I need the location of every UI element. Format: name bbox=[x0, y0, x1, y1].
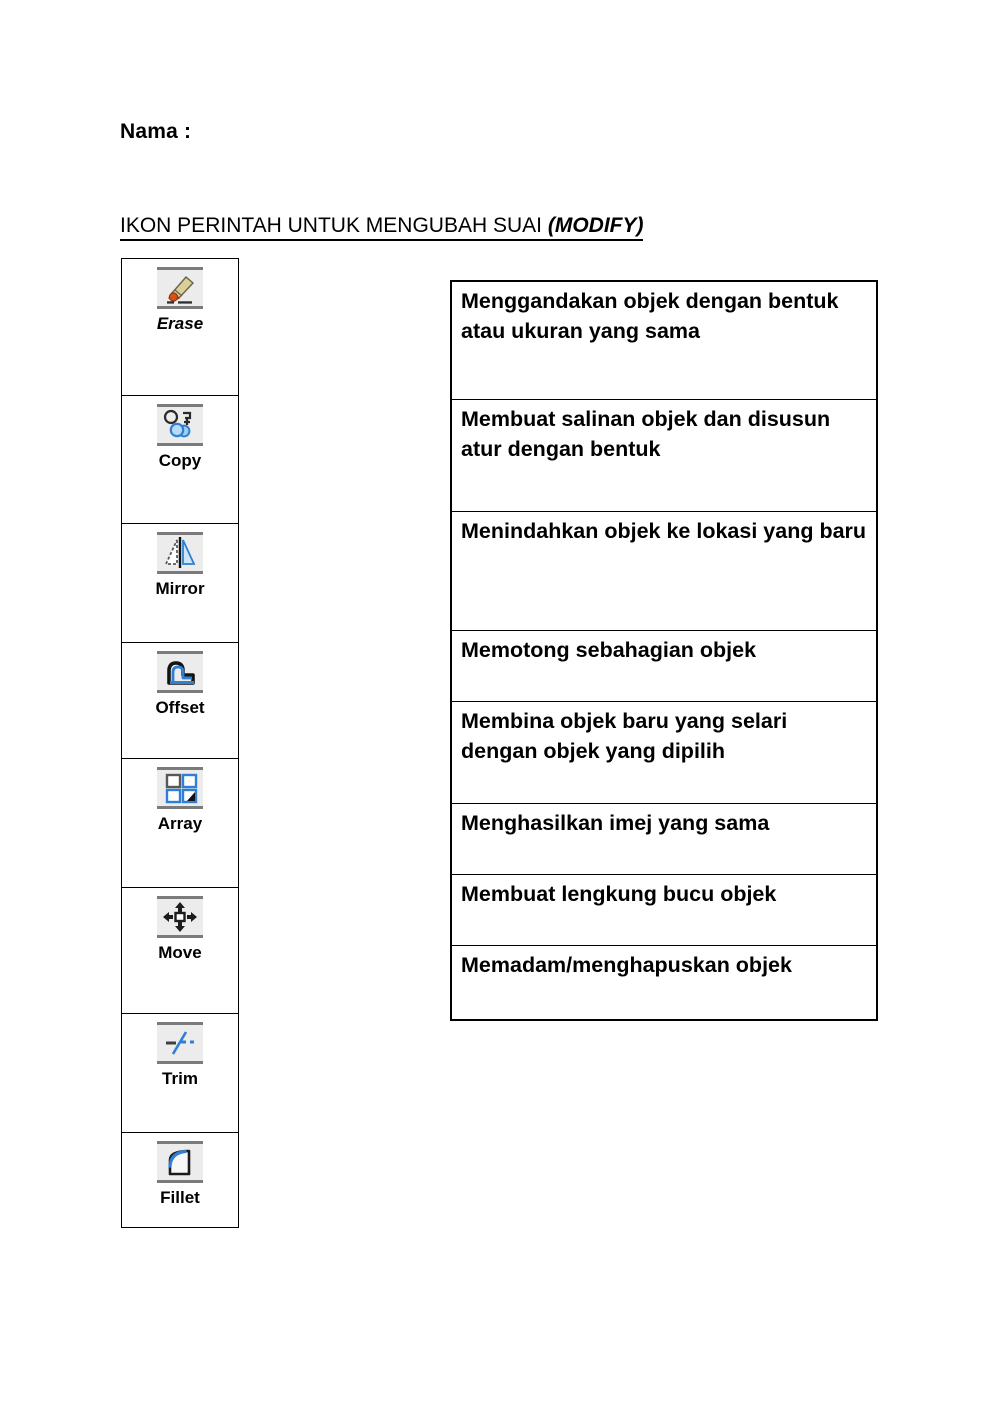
trim-icon[interactable] bbox=[157, 1022, 203, 1064]
description-row: Membina objek baru yang selari dengan ob… bbox=[452, 702, 876, 804]
description-row: Membuat salinan objek dan disusun atur d… bbox=[452, 400, 876, 512]
page-title-main: IKON PERINTAH UNTUK MENGUBAH SUAI bbox=[120, 214, 548, 237]
icon-label-mirror: Mirror bbox=[155, 579, 205, 598]
icon-label-move: Move bbox=[158, 943, 202, 962]
eraser-icon[interactable] bbox=[157, 267, 203, 309]
move-icon[interactable] bbox=[157, 896, 203, 938]
description-row: Menggandakan objek dengan bentuk atau uk… bbox=[452, 282, 876, 400]
icon-label-erase: Erase bbox=[156, 314, 204, 333]
icon-row-fillet[interactable]: Fillet bbox=[122, 1133, 238, 1227]
modify-icon-table: Erase Copy Mirror Offset Array Move Trim… bbox=[121, 258, 239, 1228]
page-title: IKON PERINTAH UNTUK MENGUBAH SUAI (MODIF… bbox=[120, 214, 644, 242]
description-table: Menggandakan objek dengan bentuk atau uk… bbox=[450, 280, 878, 1021]
fillet-icon[interactable] bbox=[157, 1141, 203, 1183]
array-icon[interactable] bbox=[157, 767, 203, 809]
mirror-icon[interactable] bbox=[157, 532, 203, 574]
icon-row-move[interactable]: Move bbox=[122, 888, 238, 1014]
icon-label-offset: Offset bbox=[155, 698, 205, 717]
description-row: Membuat lengkung bucu objek bbox=[452, 875, 876, 946]
description-row: Memotong sebahagian objek bbox=[452, 631, 876, 702]
description-row: Menghasilkan imej yang sama bbox=[452, 804, 876, 875]
icon-row-trim[interactable]: Trim bbox=[122, 1014, 238, 1133]
icon-label-trim: Trim bbox=[162, 1069, 198, 1088]
icon-label-copy: Copy bbox=[158, 451, 202, 470]
icon-label-array: Array bbox=[157, 814, 203, 833]
description-row: Memadam/menghapuskan objek bbox=[461, 953, 792, 977]
icon-label-fillet: Fillet bbox=[160, 1188, 200, 1207]
icon-row-array[interactable]: Array bbox=[122, 759, 238, 888]
icon-row-erase[interactable]: Erase bbox=[122, 259, 238, 396]
description-row: Menindahkan objek ke lokasi yang baru bbox=[452, 512, 876, 631]
nama-label: Nama : bbox=[120, 120, 192, 143]
icon-row-copy[interactable]: Copy bbox=[122, 396, 238, 524]
icon-row-mirror[interactable]: Mirror bbox=[122, 524, 238, 643]
offset-icon[interactable] bbox=[157, 651, 203, 693]
page-title-modify: (MODIFY) bbox=[547, 214, 644, 237]
copy-icon[interactable] bbox=[157, 404, 203, 446]
icon-row-offset[interactable]: Offset bbox=[122, 643, 238, 759]
